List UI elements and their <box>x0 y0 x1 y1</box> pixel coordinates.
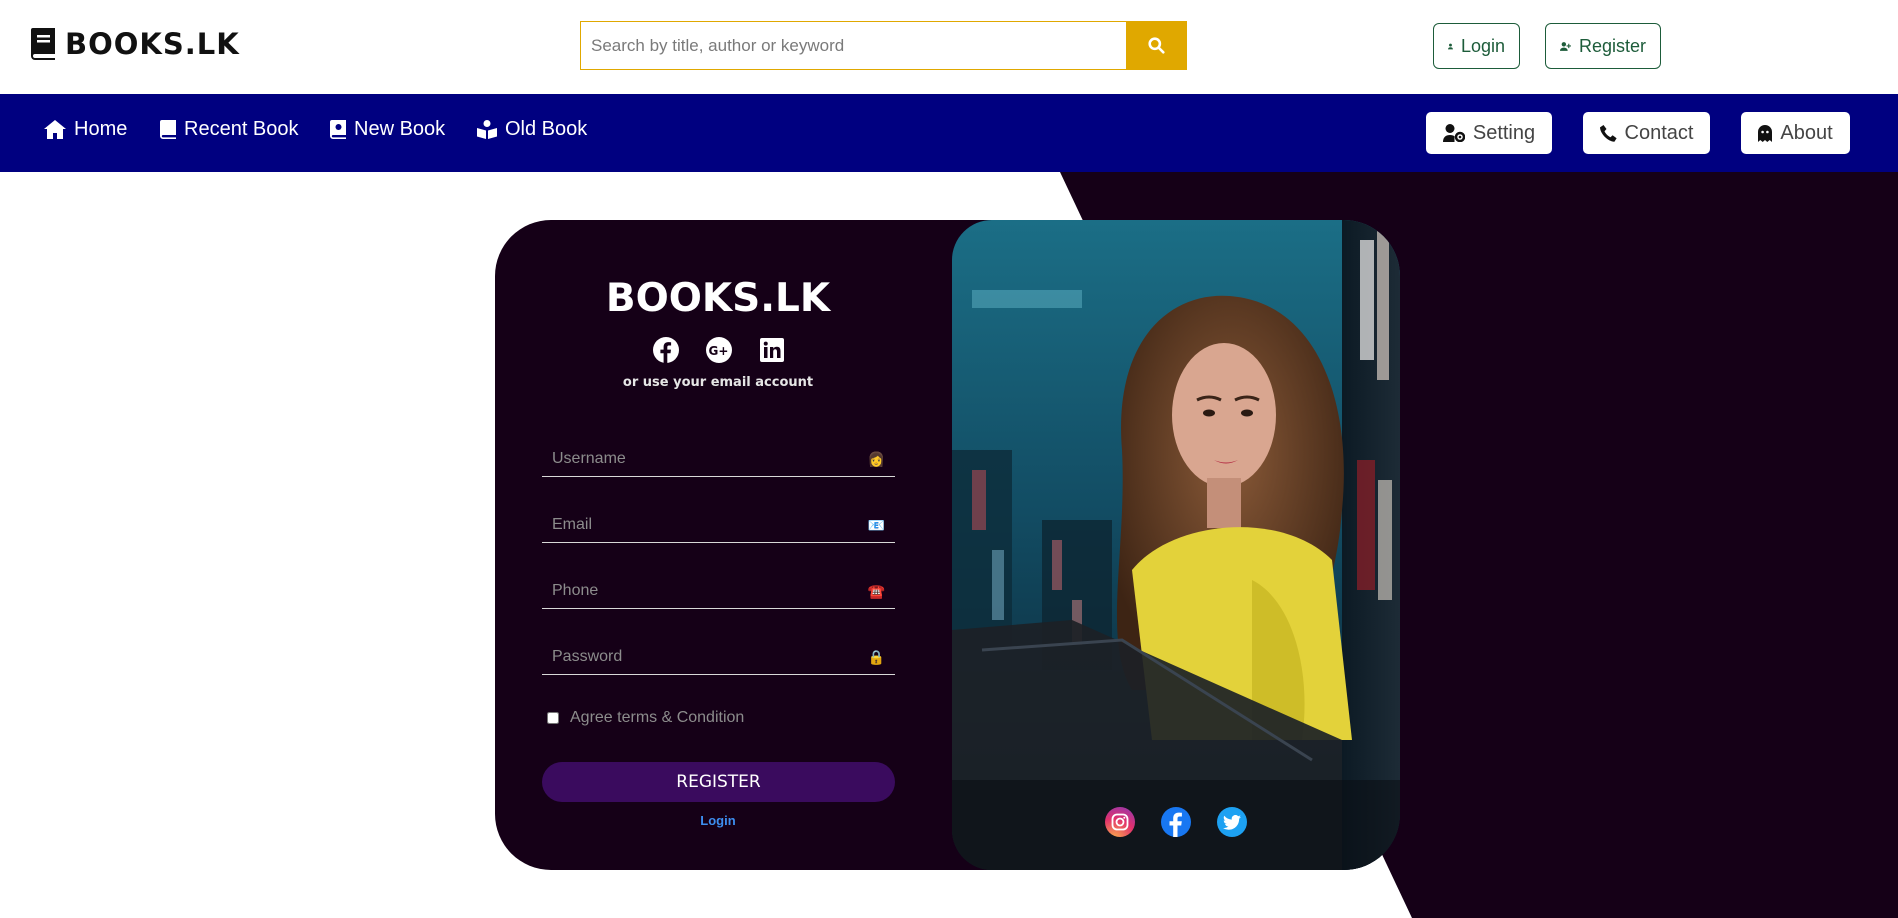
agree-terms: Agree terms & Condition <box>547 709 744 727</box>
photo-social-icons <box>1105 807 1247 837</box>
about-button[interactable]: About <box>1741 112 1850 154</box>
book-icon <box>31 28 55 60</box>
ghost-icon <box>1758 124 1773 142</box>
login-link[interactable]: Login <box>495 813 941 828</box>
main-navbar: Home Recent Book New Book Old Book Setti… <box>0 94 1898 172</box>
book-reader-icon <box>477 120 497 139</box>
register-form: BOOKS.LK G+ or use your email account Us… <box>495 220 952 870</box>
search-bar <box>580 21 1187 70</box>
password-input[interactable] <box>542 640 895 674</box>
register-label: Register <box>1578 35 1646 56</box>
register-button[interactable]: Register <box>1545 23 1661 69</box>
setting-button[interactable]: Setting <box>1426 112 1552 154</box>
user-plus-icon <box>1560 41 1571 51</box>
register-submit-button[interactable]: REGISTER <box>542 762 895 802</box>
nav-label: New Book <box>354 118 446 140</box>
about-label: About <box>1780 121 1833 144</box>
top-header: BOOKS.LK Login Register <box>0 0 1898 94</box>
setting-label: Setting <box>1472 121 1536 144</box>
facebook-icon[interactable] <box>1161 807 1191 837</box>
main-content: BOOKS.LK G+ or use your email account Us… <box>0 172 1898 918</box>
phone-input[interactable] <box>542 574 895 608</box>
form-brand-title: BOOKS.LK <box>605 276 831 321</box>
contact-label: Contact <box>1624 121 1694 144</box>
book-icon <box>160 120 176 139</box>
search-icon <box>1148 37 1165 54</box>
instagram-icon[interactable] <box>1105 807 1135 837</box>
email-account-note: or use your email account <box>622 375 814 390</box>
nav-item-recent-book[interactable]: Recent Book <box>160 118 299 141</box>
password-field-wrapper: 🔒 <box>542 640 895 675</box>
twitter-icon[interactable] <box>1217 807 1247 837</box>
nav-item-new-book[interactable]: New Book <box>330 118 445 141</box>
user-icon <box>1448 43 1453 49</box>
user-emoji-icon: 👩 <box>867 451 885 467</box>
login-label: Login <box>1460 35 1505 56</box>
nav-item-old-book[interactable]: Old Book <box>477 118 587 141</box>
logo-text: BOOKS.LK <box>65 27 240 61</box>
book-bookmark-icon <box>330 120 346 139</box>
nav-label: Old Book <box>505 118 588 140</box>
agree-label: Agree terms & Condition <box>570 709 745 726</box>
svg-text:G+: G+ <box>709 344 729 358</box>
home-icon <box>44 120 66 139</box>
contact-button[interactable]: Contact <box>1583 112 1710 154</box>
reader-photo <box>952 220 1400 870</box>
username-field-wrapper: 👩 <box>542 442 895 477</box>
email-field-wrapper: 📧 <box>542 508 895 543</box>
facebook-icon[interactable] <box>652 336 680 364</box>
login-button[interactable]: Login <box>1433 23 1520 69</box>
linkedin-icon[interactable] <box>758 336 786 364</box>
agree-checkbox[interactable] <box>547 712 559 724</box>
email-input[interactable] <box>542 508 895 542</box>
nav-item-home[interactable]: Home <box>44 118 127 141</box>
nav-label: Recent Book <box>184 118 299 140</box>
telephone-emoji-icon: ☎️ <box>867 583 885 599</box>
search-input[interactable] <box>580 21 1126 70</box>
phone-field-wrapper: ☎️ <box>542 574 895 609</box>
social-login-icons: G+ <box>652 336 786 364</box>
google-plus-icon[interactable]: G+ <box>705 336 733 364</box>
username-input[interactable] <box>542 442 895 476</box>
search-button[interactable] <box>1126 21 1187 70</box>
register-card: BOOKS.LK G+ or use your email account Us… <box>495 220 1400 870</box>
phone-icon <box>1599 124 1617 142</box>
user-gear-icon <box>1442 124 1465 142</box>
site-logo[interactable]: BOOKS.LK <box>29 27 240 61</box>
nav-label: Home <box>74 118 128 140</box>
email-emoji-icon: 📧 <box>867 517 885 533</box>
woman-reading-photo <box>952 220 1400 870</box>
lock-emoji-icon: 🔒 <box>867 649 885 665</box>
